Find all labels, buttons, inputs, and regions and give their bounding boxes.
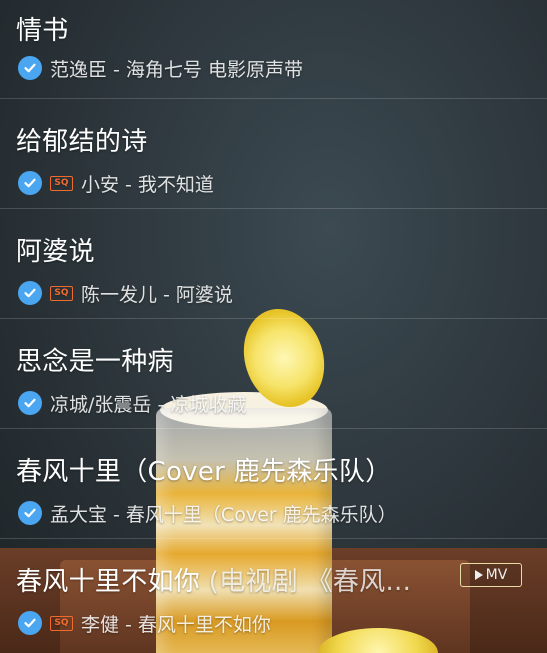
sq-quality-icon: SQ bbox=[50, 615, 73, 631]
song-title: 思念是一种病 bbox=[16, 347, 174, 377]
check-circle-icon bbox=[18, 281, 42, 305]
check-circle-icon bbox=[18, 611, 42, 635]
song-meta: SQ 陈一发儿 - 阿婆说 bbox=[18, 280, 233, 306]
artist-album: 陈一发儿 - 阿婆说 bbox=[81, 283, 233, 306]
play-icon bbox=[474, 570, 483, 580]
song-title: 春风十里不如你 (电视剧 《春风... bbox=[16, 567, 412, 597]
song-meta: SQ 小安 - 我不知道 bbox=[18, 170, 214, 196]
artist-album: 孟大宝 - 春风十里（Cover 鹿先森乐队） bbox=[50, 503, 397, 526]
song-meta: 凉城/张震岳 - 凉城收藏 bbox=[18, 390, 246, 416]
song-meta: 范逸臣 - 海角七号 电影原声带 bbox=[18, 55, 303, 81]
artist-album: 范逸臣 - 海角七号 电影原声带 bbox=[50, 58, 303, 81]
song-meta: 孟大宝 - 春风十里（Cover 鹿先森乐队） bbox=[18, 500, 397, 526]
song-row[interactable]: 给郁结的诗 SQ 小安 - 我不知道 bbox=[0, 99, 547, 209]
song-title: 春风十里（Cover 鹿先森乐队） bbox=[16, 457, 392, 487]
song-meta: SQ 李健 - 春风十里不如你 bbox=[18, 610, 271, 636]
mv-button[interactable]: MV bbox=[460, 563, 522, 587]
song-row[interactable]: 阿婆说 SQ 陈一发儿 - 阿婆说 bbox=[0, 209, 547, 319]
sq-quality-icon: SQ bbox=[50, 175, 73, 191]
song-row[interactable]: 思念是一种病 凉城/张震岳 - 凉城收藏 bbox=[0, 319, 547, 429]
check-circle-icon bbox=[18, 171, 42, 195]
song-title: 情书 bbox=[16, 16, 69, 46]
song-list: 情书 范逸臣 - 海角七号 电影原声带 给郁结的诗 SQ 小安 - 我不知道 阿… bbox=[0, 0, 547, 648]
song-title: 阿婆说 bbox=[16, 237, 95, 267]
artist-album: 凉城/张震岳 - 凉城收藏 bbox=[50, 393, 247, 416]
check-circle-icon bbox=[18, 391, 42, 415]
artist-album: 李健 - 春风十里不如你 bbox=[81, 613, 271, 636]
check-circle-icon bbox=[18, 56, 42, 80]
artist-album: 小安 - 我不知道 bbox=[81, 173, 214, 196]
mv-label: MV bbox=[485, 567, 508, 583]
check-circle-icon bbox=[18, 501, 42, 525]
song-row[interactable]: 春风十里（Cover 鹿先森乐队） 孟大宝 - 春风十里（Cover 鹿先森乐队… bbox=[0, 429, 547, 539]
song-title: 给郁结的诗 bbox=[16, 127, 148, 157]
song-title-extra: (电视剧 《春风... bbox=[200, 567, 412, 597]
sq-quality-icon: SQ bbox=[50, 285, 73, 301]
song-row[interactable]: 情书 范逸臣 - 海角七号 电影原声带 bbox=[0, 0, 547, 99]
song-row[interactable]: 春风十里不如你 (电视剧 《春风... SQ 李健 - 春风十里不如你 bbox=[0, 539, 547, 648]
